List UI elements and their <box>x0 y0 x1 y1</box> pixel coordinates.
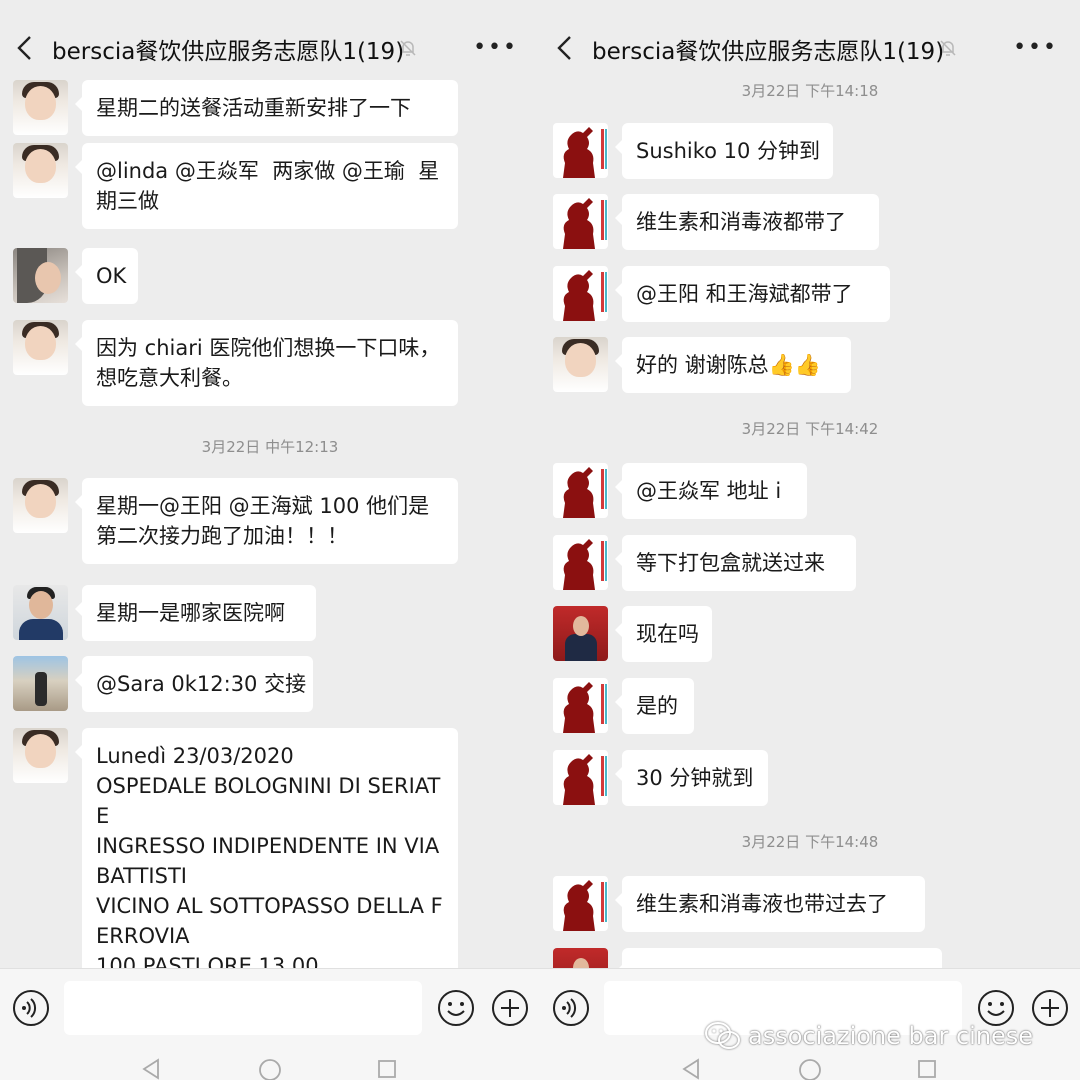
avatar-silhouette-icon <box>563 682 607 733</box>
more-functions-plus-icon[interactable] <box>491 989 529 1027</box>
message-bubble[interactable]: 星期一是哪家医院啊 <box>75 585 316 641</box>
avatar[interactable] <box>553 678 608 733</box>
message-bubble[interactable]: Sushiko 10 分钟到 <box>615 123 833 179</box>
avatar-silhouette-icon <box>563 467 607 518</box>
back-arrow-icon[interactable] <box>14 34 36 62</box>
watermark-text: associazione bar cinese <box>748 1022 1034 1050</box>
timestamp: 3月22日 下午14:42 <box>741 420 879 438</box>
avatar[interactable] <box>13 728 68 783</box>
chat-panel-left: berscia餐饮供应服务志愿队1(19) ••• 星期二的送餐活动重新安排了一… <box>0 0 540 1080</box>
avatar[interactable] <box>553 948 608 968</box>
chat-header: berscia餐饮供应服务志愿队1(19) ••• <box>540 10 1080 82</box>
nav-home-icon[interactable] <box>258 1058 282 1080</box>
message-list: 3月22日 下午14:18 Sushiko 10 分钟到 维生素和消毒液都带了 @王阳… <box>540 80 1080 968</box>
wechat-logo-icon <box>705 1022 740 1049</box>
message-bubble[interactable]: 30 分钟就到 <box>615 750 768 806</box>
voice-input-icon[interactable] <box>12 989 50 1027</box>
message-bubble[interactable]: @linda @王焱军 两家做 @王瑜 星期三做 <box>75 143 458 229</box>
avatar[interactable] <box>13 143 68 198</box>
message-bubble[interactable]: 维生素和消毒液都带了 <box>615 194 879 250</box>
more-options-icon[interactable]: ••• <box>1013 37 1058 59</box>
message-bubble[interactable]: 是的 <box>615 678 694 734</box>
message-bubble[interactable]: 维生素和消毒液也带过去了 <box>615 876 925 932</box>
message-bubble[interactable]: @王焱军 地址 i <box>615 463 807 519</box>
avatar[interactable] <box>13 320 68 375</box>
avatar-silhouette-icon <box>563 127 607 178</box>
message-bubble[interactable]: Lunedì 23/03/2020 OSPEDALE BOLOGNINI DI … <box>75 728 458 968</box>
mute-bell-icon <box>400 40 416 56</box>
message-bubble[interactable]: 现在吗 <box>615 606 712 662</box>
avatar-silhouette-icon <box>563 754 607 805</box>
avatar-silhouette-icon <box>563 880 607 931</box>
message-input[interactable] <box>64 981 422 1035</box>
avatar[interactable] <box>553 606 608 661</box>
avatar[interactable] <box>553 463 608 518</box>
avatar-silhouette-icon <box>563 198 607 249</box>
chat-header: berscia餐饮供应服务志愿队1(19) ••• <box>0 10 540 82</box>
chat-title: berscia餐饮供应服务志愿队1(19) <box>592 39 945 65</box>
avatar[interactable] <box>553 266 608 321</box>
mute-bell-icon <box>940 40 956 56</box>
nav-recent-apps-icon[interactable] <box>916 1058 938 1080</box>
nav-back-icon[interactable] <box>140 1058 162 1080</box>
timestamp: 3月22日 下午14:48 <box>741 833 879 851</box>
timestamp: 3月22日 下午14:18 <box>741 82 879 100</box>
message-bubble[interactable]: 好的 谢谢陈总👍👍 <box>615 337 851 393</box>
nav-home-icon[interactable] <box>798 1058 822 1080</box>
avatar[interactable] <box>553 750 608 805</box>
message-bubble[interactable]: 等下打包盒就送过来 <box>615 535 856 591</box>
avatar-silhouette-icon <box>563 539 607 590</box>
avatar[interactable] <box>13 478 68 533</box>
avatar[interactable] <box>553 337 608 392</box>
voice-input-icon[interactable] <box>552 989 590 1027</box>
watermark: associazione bar cinese <box>704 1018 1033 1054</box>
timestamp: 3月22日 中午12:13 <box>201 438 339 456</box>
message-bubble[interactable]: 因为 chiari 医院他们想换一下口味，想吃意大利餐。 <box>75 320 458 406</box>
avatar[interactable] <box>553 876 608 931</box>
status-bar <box>540 0 1080 10</box>
back-arrow-icon[interactable] <box>554 34 576 62</box>
nav-back-icon[interactable] <box>680 1058 702 1080</box>
avatar-silhouette-icon <box>563 270 607 321</box>
message-list: 星期二的送餐活动重新安排了一下 @linda @王焱军 两家做 @王瑜 星期三做 O… <box>0 80 540 968</box>
avatar[interactable] <box>13 656 68 711</box>
avatar[interactable] <box>13 80 68 135</box>
message-bubble[interactable]: 星期一@王阳 @王海斌 100 他们是第二次接力跑了加油！！！ <box>75 478 458 564</box>
chat-panel-right: berscia餐饮供应服务志愿队1(19) ••• 3月22日 下午14:18 S… <box>540 0 1080 1080</box>
message-bubble[interactable]: @王阳 和王海斌都带了 <box>615 266 890 322</box>
message-bubble[interactable]: OK <box>75 248 138 304</box>
system-nav-bar <box>0 1046 540 1080</box>
chat-title: berscia餐饮供应服务志愿队1(19) <box>52 39 405 65</box>
avatar[interactable] <box>553 123 608 178</box>
nav-recent-apps-icon[interactable] <box>376 1058 398 1080</box>
message-bubble[interactable] <box>615 948 942 968</box>
avatar[interactable] <box>553 535 608 590</box>
message-bubble[interactable]: @Sara 0k12:30 交接 <box>75 656 313 712</box>
status-bar <box>0 0 540 10</box>
more-options-icon[interactable]: ••• <box>473 37 518 59</box>
avatar[interactable] <box>13 585 68 640</box>
message-bubble[interactable]: 星期二的送餐活动重新安排了一下 <box>75 80 458 136</box>
emoji-icon[interactable] <box>437 989 475 1027</box>
input-bar <box>0 968 540 1046</box>
more-functions-plus-icon[interactable] <box>1031 989 1069 1027</box>
avatar[interactable] <box>13 248 68 303</box>
avatar[interactable] <box>553 194 608 249</box>
